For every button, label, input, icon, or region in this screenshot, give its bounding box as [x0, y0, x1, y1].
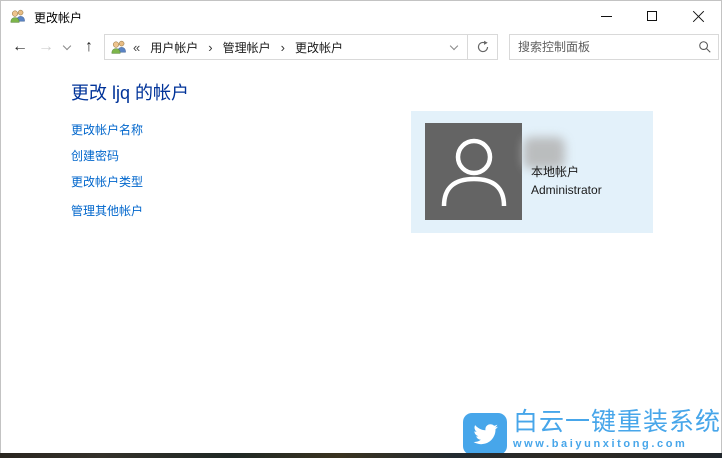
navigation-bar: ← → ↑ « 用户帐户 › 管理帐户 › 更改帐户 — [1, 31, 721, 63]
link-manage-other-accounts[interactable]: 管理其他帐户 — [71, 202, 143, 219]
maximize-icon — [647, 11, 657, 21]
watermark-url: www.baiyunxitong.com — [513, 438, 721, 450]
account-tile[interactable]: 本地帐户 Administrator — [411, 111, 653, 233]
close-icon — [692, 10, 705, 23]
bird-icon — [470, 419, 500, 449]
screen: 更改帐户 ← → ↑ « 用户帐户 › — [0, 0, 722, 458]
search-box — [509, 34, 719, 60]
breadcrumb-item-user-accounts[interactable]: 用户帐户 — [148, 39, 200, 56]
search-icon — [698, 40, 712, 54]
address-bar[interactable]: « 用户帐户 › 管理帐户 › 更改帐户 — [104, 34, 468, 60]
avatar — [425, 123, 522, 220]
breadcrumb-separator-icon: › — [200, 40, 220, 55]
close-button[interactable] — [675, 1, 721, 31]
window-title: 更改帐户 — [34, 9, 82, 26]
forward-button[interactable]: → — [33, 31, 59, 63]
minimize-icon — [601, 16, 612, 17]
page-title: 更改 ljq 的帐户 — [71, 79, 189, 105]
maximize-button[interactable] — [629, 1, 675, 31]
person-icon — [426, 124, 522, 220]
link-create-password[interactable]: 创建密码 — [71, 147, 119, 164]
account-type-label: 本地帐户 — [531, 163, 579, 180]
user-accounts-icon — [111, 39, 127, 55]
back-button[interactable]: ← — [7, 31, 33, 63]
breadcrumb-item-change-account[interactable]: 更改帐户 — [293, 39, 345, 56]
main-content: 更改 ljq 的帐户 更改帐户名称 创建密码 更改帐户类型 管理其他帐户 本地帐… — [1, 63, 721, 454]
up-icon: ↑ — [85, 38, 93, 56]
address-dropdown-icon[interactable] — [450, 41, 458, 49]
link-change-account-type[interactable]: 更改帐户类型 — [71, 173, 143, 190]
desktop-wallpaper-edge — [0, 453, 722, 458]
watermark-text: 白云一键重装系统 www.baiyunxitong.com — [513, 409, 721, 450]
refresh-button[interactable] — [467, 34, 498, 60]
minimize-button[interactable] — [583, 1, 629, 31]
account-name-label: Administrator — [531, 183, 602, 197]
bird-icon-badge — [463, 413, 507, 455]
back-icon: ← — [12, 38, 28, 56]
chevron-down-icon — [63, 41, 71, 49]
recent-pages-button[interactable] — [59, 31, 75, 63]
watermark-logo: 白云一键重装系统 www.baiyunxitong.com — [463, 409, 721, 455]
link-change-account-name[interactable]: 更改帐户名称 — [71, 121, 143, 138]
breadcrumb-item-manage-accounts[interactable]: 管理帐户 — [221, 39, 273, 56]
refresh-icon — [476, 40, 490, 54]
up-button[interactable]: ↑ — [77, 31, 101, 63]
breadcrumb-overflow-icon[interactable]: « — [133, 40, 140, 55]
title-bar: 更改帐户 — [1, 1, 721, 31]
forward-icon: → — [38, 38, 54, 56]
search-input[interactable] — [510, 40, 692, 54]
breadcrumb-separator-icon: › — [273, 40, 293, 55]
caption-buttons — [583, 1, 721, 31]
user-accounts-icon — [10, 8, 26, 24]
watermark-title: 白云一键重装系统 — [513, 409, 721, 437]
change-account-window: 更改帐户 ← → ↑ « 用户帐户 › — [0, 0, 722, 453]
search-icon-button[interactable] — [692, 40, 718, 54]
